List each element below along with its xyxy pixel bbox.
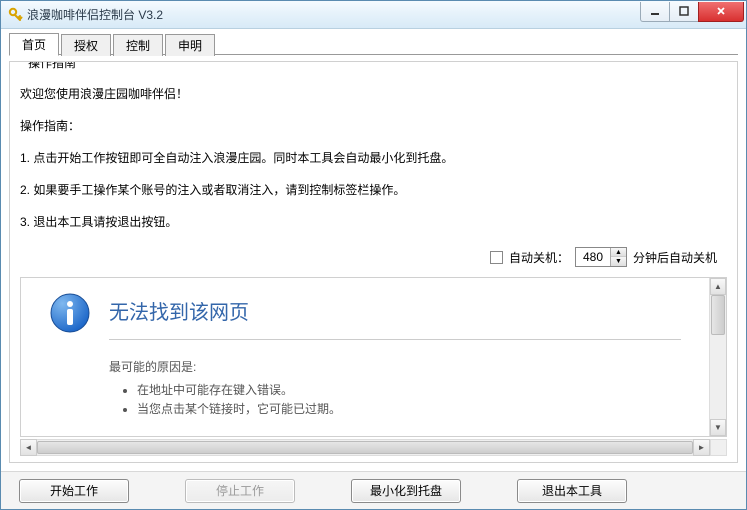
vertical-scrollbar[interactable]: ▲ ▼ bbox=[709, 278, 726, 436]
guide-step-1: 1. 点击开始工作按钮即可全自动注入浪漫庄园。同时本工具会自动最小化到托盘。 bbox=[20, 149, 727, 167]
scroll-corner bbox=[710, 439, 727, 456]
scroll-down-button[interactable]: ▼ bbox=[710, 419, 726, 436]
auto-shutdown-checkbox[interactable] bbox=[490, 251, 503, 264]
tab-license[interactable]: 授权 bbox=[61, 34, 111, 56]
guide-panel: 操作指南 欢迎您使用浪漫庄园咖啡伴侣！ 操作指南： 1. 点击开始工作按钮即可全… bbox=[9, 61, 738, 463]
app-key-icon bbox=[7, 7, 23, 23]
guide-heading: 操作指南： bbox=[20, 117, 727, 135]
auto-shutdown-minutes-input[interactable] bbox=[576, 249, 610, 265]
hscroll-track[interactable] bbox=[37, 439, 693, 456]
client-area: 首页 授权 控制 申明 操作指南 欢迎您使用浪漫庄园咖啡伴侣！ 操作指南： 1.… bbox=[1, 29, 746, 471]
spinner-up-button[interactable]: ▲ bbox=[611, 248, 626, 257]
scroll-up-button[interactable]: ▲ bbox=[710, 278, 726, 295]
window-controls bbox=[641, 2, 744, 22]
tab-license-label: 授权 bbox=[74, 39, 98, 53]
spinner-down-button[interactable]: ▼ bbox=[611, 257, 626, 266]
close-window-button[interactable] bbox=[698, 2, 744, 22]
auto-shutdown-label: 自动关机： bbox=[509, 249, 569, 266]
minimize-to-tray-label: 最小化到托盘 bbox=[370, 482, 442, 499]
start-button-label: 开始工作 bbox=[50, 482, 98, 499]
embedded-browser: 无法找到该网页 最可能的原因是: 在地址中可能存在键入错误。 当您点击某个链接时… bbox=[20, 277, 727, 437]
app-window: 浪漫咖啡伴侣控制台 V3.2 首页 授权 控制 申明 操作指南 欢迎您使用浪漫庄… bbox=[0, 0, 747, 510]
auto-shutdown-spinner: ▲ ▼ bbox=[575, 247, 627, 267]
minimize-window-button[interactable] bbox=[640, 2, 670, 22]
guide-step-2: 2. 如果要手工操作某个账号的注入或者取消注入，请到控制标签栏操作。 bbox=[20, 181, 727, 199]
error-cause-list: 在地址中可能存在键入错误。 当您点击某个链接时，它可能已过期。 bbox=[109, 381, 681, 417]
scroll-left-button[interactable]: ◄ bbox=[20, 439, 37, 456]
error-cause-item: 在地址中可能存在键入错误。 bbox=[137, 381, 681, 398]
guide-welcome: 欢迎您使用浪漫庄园咖啡伴侣！ bbox=[20, 85, 727, 103]
vscroll-thumb[interactable] bbox=[711, 295, 725, 335]
titlebar[interactable]: 浪漫咖啡伴侣控制台 V3.2 bbox=[1, 1, 746, 29]
auto-shutdown-row: 自动关机： ▲ ▼ 分钟后自动关机 bbox=[20, 247, 717, 267]
vscroll-track[interactable] bbox=[710, 295, 726, 419]
guide-text: 欢迎您使用浪漫庄园咖啡伴侣！ 操作指南： 1. 点击开始工作按钮即可全自动注入浪… bbox=[20, 79, 727, 245]
auto-shutdown-suffix: 分钟后自动关机 bbox=[633, 249, 717, 266]
tab-bar: 首页 授权 控制 申明 bbox=[9, 33, 738, 55]
exit-button[interactable]: 退出本工具 bbox=[517, 479, 627, 503]
tab-control[interactable]: 控制 bbox=[113, 34, 163, 56]
error-title: 无法找到该网页 bbox=[49, 296, 681, 325]
maximize-window-button[interactable] bbox=[669, 2, 699, 22]
tab-home-label: 首页 bbox=[22, 38, 46, 52]
window-title: 浪漫咖啡伴侣控制台 V3.2 bbox=[27, 6, 641, 23]
info-icon bbox=[49, 292, 91, 334]
stop-button[interactable]: 停止工作 bbox=[185, 479, 295, 503]
start-button[interactable]: 开始工作 bbox=[19, 479, 129, 503]
hscroll-thumb[interactable] bbox=[37, 441, 693, 454]
guide-legend: 操作指南 bbox=[24, 61, 80, 71]
exit-button-label: 退出本工具 bbox=[542, 482, 602, 499]
scroll-right-button[interactable]: ► bbox=[693, 439, 710, 456]
error-page: 无法找到该网页 最可能的原因是: 在地址中可能存在键入错误。 当您点击某个链接时… bbox=[21, 278, 709, 436]
stop-button-label: 停止工作 bbox=[216, 482, 264, 499]
footer-bar: 开始工作 停止工作 最小化到托盘 退出本工具 bbox=[1, 471, 746, 509]
tab-home[interactable]: 首页 bbox=[9, 33, 59, 56]
minimize-to-tray-button[interactable]: 最小化到托盘 bbox=[351, 479, 461, 503]
horizontal-scrollbar[interactable]: ◄ ► bbox=[20, 439, 727, 456]
tab-statement[interactable]: 申明 bbox=[165, 34, 215, 56]
error-cause-heading: 最可能的原因是: bbox=[109, 358, 681, 375]
guide-step-3: 3. 退出本工具请按退出按钮。 bbox=[20, 213, 727, 231]
tab-control-label: 控制 bbox=[126, 39, 150, 53]
error-cause-item: 当您点击某个链接时，它可能已过期。 bbox=[137, 400, 681, 417]
tab-statement-label: 申明 bbox=[178, 39, 202, 53]
